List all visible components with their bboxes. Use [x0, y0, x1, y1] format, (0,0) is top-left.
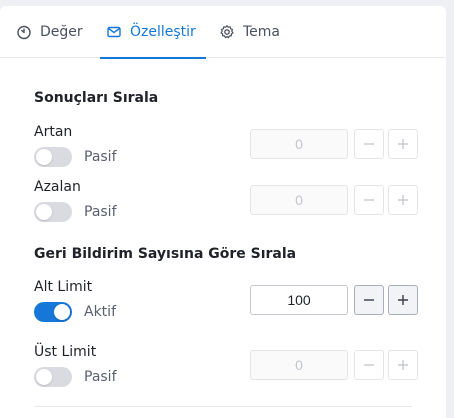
- tab-theme[interactable]: Tema: [219, 6, 280, 58]
- minus-icon: [364, 299, 374, 301]
- minus-icon: [364, 364, 374, 366]
- minus-icon: [364, 199, 374, 201]
- bottom-divider: [34, 406, 412, 407]
- lower-limit-decrement-button[interactable]: [354, 285, 384, 315]
- feedback-sort-title: Geri Bildirim Sayısına Göre Sırala: [34, 246, 297, 262]
- settings-panel: Değer Özelleştir Tema Sonuçları Sırala A…: [0, 6, 446, 418]
- upper-limit-status: Pasif: [84, 369, 117, 385]
- lower-limit-increment-button[interactable]: [388, 285, 418, 315]
- timer-icon: [16, 24, 32, 40]
- tab-customize-label: Özelleştir: [130, 24, 196, 40]
- lower-limit-toggle[interactable]: [34, 302, 72, 322]
- upper-limit-decrement-button[interactable]: [354, 350, 384, 380]
- ascending-decrement-button[interactable]: [354, 129, 384, 159]
- tab-customize[interactable]: Özelleştir: [100, 6, 206, 59]
- ascending-toggle[interactable]: [34, 147, 72, 167]
- upper-limit-increment-button[interactable]: [388, 350, 418, 380]
- descending-toggle[interactable]: [34, 202, 72, 222]
- plus-icon: [398, 195, 408, 205]
- descending-decrement-button[interactable]: [354, 185, 384, 215]
- mail-icon: [106, 24, 122, 40]
- descending-label: Azalan: [34, 179, 81, 195]
- lower-limit-status: Aktif: [84, 304, 116, 320]
- upper-limit-label: Üst Limit: [34, 344, 97, 360]
- minus-icon: [364, 143, 374, 145]
- tab-value[interactable]: Değer: [16, 6, 83, 58]
- plus-icon: [398, 360, 408, 370]
- lower-limit-value-input[interactable]: [250, 285, 348, 315]
- sort-results-title: Sonuçları Sırala: [34, 90, 159, 106]
- tab-bar: Değer Özelleştir Tema: [0, 6, 446, 59]
- descending-value-input[interactable]: [250, 185, 348, 215]
- gear-icon: [219, 24, 235, 40]
- ascending-status: Pasif: [84, 149, 117, 165]
- descending-status: Pasif: [84, 204, 117, 220]
- ascending-value-input[interactable]: [250, 129, 348, 159]
- tab-value-label: Değer: [40, 24, 83, 40]
- descending-increment-button[interactable]: [388, 185, 418, 215]
- toggle-knob: [36, 369, 52, 385]
- ascending-label: Artan: [34, 124, 73, 140]
- plus-icon: [398, 295, 408, 305]
- toggle-knob: [54, 304, 70, 320]
- lower-limit-label: Alt Limit: [34, 279, 93, 295]
- toggle-knob: [36, 204, 52, 220]
- toggle-knob: [36, 149, 52, 165]
- upper-limit-toggle[interactable]: [34, 367, 72, 387]
- ascending-increment-button[interactable]: [388, 129, 418, 159]
- plus-icon: [398, 139, 408, 149]
- upper-limit-value-input[interactable]: [250, 350, 348, 380]
- tab-theme-label: Tema: [243, 24, 281, 40]
